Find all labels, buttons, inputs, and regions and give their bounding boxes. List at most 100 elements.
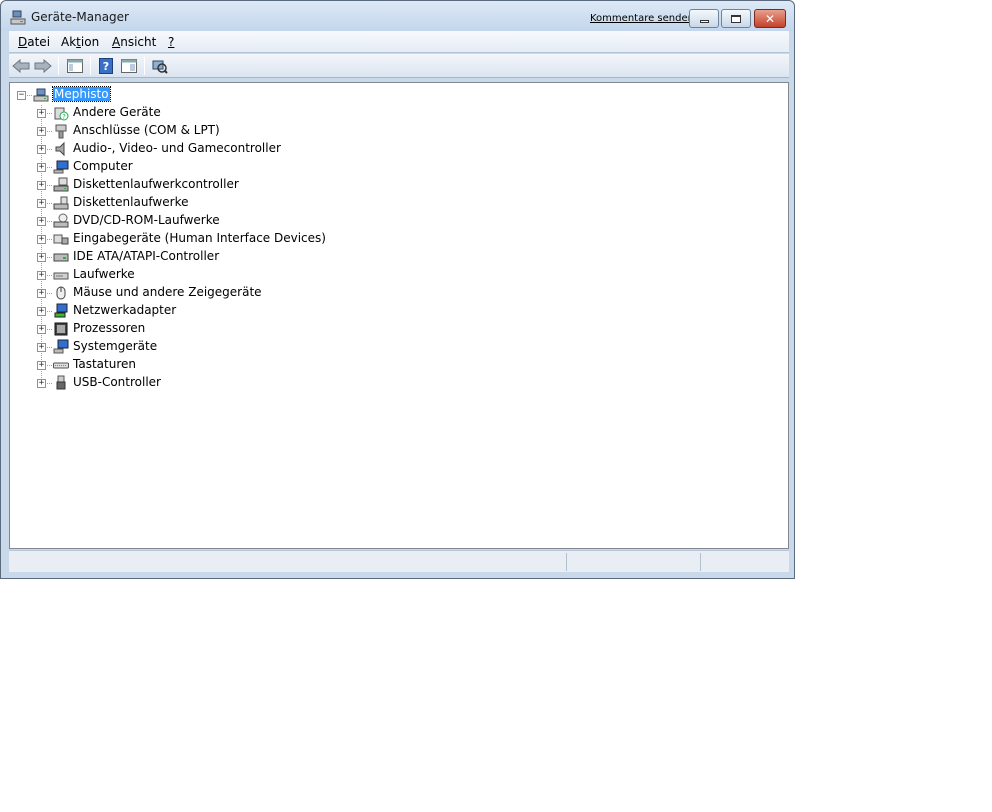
expand-icon[interactable]: +	[37, 307, 46, 316]
tree-category-row[interactable]: + Diskettenlaufwerkcontroller	[10, 176, 410, 194]
menu-ansicht[interactable]: Ansicht	[112, 35, 156, 49]
expand-icon[interactable]: +	[37, 199, 46, 208]
tree-category-label[interactable]: Laufwerke	[73, 267, 135, 281]
toolbar-separator	[144, 57, 145, 75]
network-adapter-icon	[54, 303, 68, 318]
tree-connector	[47, 329, 52, 330]
expand-icon[interactable]: +	[37, 325, 46, 334]
show-hide-tree-button[interactable]	[65, 57, 85, 75]
expand-icon[interactable]: +	[37, 145, 46, 154]
tree-category-row[interactable]: +? Andere Geräte	[10, 104, 410, 122]
tree-category-row[interactable]: + Diskettenlaufwerke	[10, 194, 410, 212]
menu-aktion-pre: Ak	[61, 35, 77, 49]
tree-connector	[47, 347, 52, 348]
tree-category-label[interactable]: Anschlüsse (COM & LPT)	[73, 123, 220, 137]
tree-category-label[interactable]: IDE ATA/ATAPI-Controller	[73, 249, 219, 263]
tree-category-label[interactable]: Diskettenlaufwerkcontroller	[73, 177, 239, 191]
status-bar	[9, 550, 789, 572]
speaker-icon	[55, 141, 65, 157]
tree-category-label[interactable]: Netzwerkadapter	[73, 303, 176, 317]
minimize-icon	[699, 19, 709, 23]
tree-root-label[interactable]: Mephisto	[52, 86, 111, 102]
menu-aktion-rest: ion	[80, 35, 100, 49]
scan-hardware-button[interactable]	[150, 57, 170, 75]
expand-icon[interactable]: +	[37, 289, 46, 298]
menu-ansicht-rest: nsicht	[120, 35, 157, 49]
menu-aktion[interactable]: Aktion	[61, 35, 99, 49]
tree-category-label[interactable]: Diskettenlaufwerke	[73, 195, 188, 209]
forward-icon	[34, 59, 52, 73]
properties-button[interactable]	[119, 57, 139, 75]
svg-text:?: ?	[62, 113, 66, 121]
tree-category-row[interactable]: + Anschlüsse (COM & LPT)	[10, 122, 410, 140]
tree-category-row[interactable]: + Mäuse und andere Zeigegeräte	[10, 284, 410, 302]
feedback-link[interactable]: Kommentare senden	[590, 13, 694, 24]
system-device-icon	[53, 339, 69, 354]
tree-category-label[interactable]: Computer	[73, 159, 133, 173]
svg-text:?: ?	[103, 60, 109, 73]
tree-category-label[interactable]: Andere Geräte	[73, 105, 161, 119]
mouse-icon	[56, 286, 66, 300]
tree-category-label[interactable]: Audio-, Video- und Gamecontroller	[73, 141, 281, 155]
menu-bar: Datei Aktion Ansicht ?	[9, 31, 789, 53]
title-bar[interactable]: Geräte-Manager Kommentare senden ✕	[1, 1, 794, 31]
tree-connector	[47, 185, 52, 186]
tree-category-label[interactable]: DVD/CD-ROM-Laufwerke	[73, 213, 220, 227]
expand-icon[interactable]: +	[37, 109, 46, 118]
menu-datei-accel: D	[18, 35, 28, 49]
tree-connector	[47, 275, 52, 276]
disk-drive-icon	[53, 272, 69, 280]
tree-category-row[interactable]: + IDE ATA/ATAPI-Controller	[10, 248, 410, 266]
help-icon: ?	[99, 58, 113, 74]
tree-category-row[interactable]: + Systemgeräte	[10, 338, 410, 356]
expand-icon[interactable]: +	[37, 127, 46, 136]
device-tree[interactable]: − Mephisto +? Andere Geräte + Anschlüsse (C…	[9, 82, 789, 549]
port-icon	[55, 124, 67, 139]
tree-category-label[interactable]: Prozessoren	[73, 321, 145, 335]
tree-category-row[interactable]: + Audio-, Video- und Gamecontroller	[10, 140, 410, 158]
tree-connector	[47, 311, 52, 312]
expand-icon[interactable]: +	[37, 217, 46, 226]
menu-datei[interactable]: Datei	[18, 35, 50, 49]
menu-help[interactable]: ?	[168, 35, 174, 49]
back-button[interactable]	[11, 57, 31, 75]
tree-category-label[interactable]: USB-Controller	[73, 375, 161, 389]
expand-icon[interactable]: +	[37, 379, 46, 388]
show-hide-console-tree-icon	[67, 59, 83, 73]
tree-category-row[interactable]: + Eingabegeräte (Human Interface Devices)	[10, 230, 410, 248]
tree-category-row[interactable]: + DVD/CD-ROM-Laufwerke	[10, 212, 410, 230]
minimize-button[interactable]	[689, 9, 719, 28]
tree-category-label[interactable]: Systemgeräte	[73, 339, 157, 353]
tree-category-row[interactable]: + Laufwerke	[10, 266, 410, 284]
forward-button[interactable]	[33, 57, 53, 75]
expand-icon[interactable]: +	[37, 163, 46, 172]
maximize-button[interactable]	[721, 9, 751, 28]
menu-datei-rest: atei	[27, 35, 51, 49]
tree-connector	[47, 383, 52, 384]
status-pane	[700, 553, 789, 571]
expand-icon[interactable]: +	[37, 271, 46, 280]
device-manager-icon	[10, 10, 26, 25]
tree-category-row[interactable]: + Prozessoren	[10, 320, 410, 338]
expand-icon[interactable]: +	[37, 253, 46, 262]
expand-icon[interactable]: +	[37, 361, 46, 370]
tree-category-row[interactable]: + USB-Controller	[10, 374, 410, 392]
keyboard-icon	[53, 362, 69, 369]
properties-icon	[121, 59, 137, 73]
tree-category-row[interactable]: + Computer	[10, 158, 410, 176]
tree-category-label[interactable]: Mäuse und andere Zeigegeräte	[73, 285, 262, 299]
tree-category-row[interactable]: + Tastaturen	[10, 356, 410, 374]
expand-icon[interactable]: +	[37, 343, 46, 352]
close-button[interactable]: ✕	[754, 9, 786, 28]
monitor-icon	[53, 160, 69, 174]
expand-icon[interactable]: +	[37, 181, 46, 190]
help-button[interactable]: ?	[96, 57, 116, 75]
tree-connector	[47, 203, 52, 204]
tree-category-label[interactable]: Eingabegeräte (Human Interface Devices)	[73, 231, 326, 245]
tree-root-row[interactable]: − Mephisto	[10, 86, 410, 104]
ide-controller-icon	[53, 253, 69, 262]
tree-category-row[interactable]: + Netzwerkadapter	[10, 302, 410, 320]
collapse-icon[interactable]: −	[17, 91, 26, 100]
expand-icon[interactable]: +	[37, 235, 46, 244]
tree-category-label[interactable]: Tastaturen	[73, 357, 136, 371]
